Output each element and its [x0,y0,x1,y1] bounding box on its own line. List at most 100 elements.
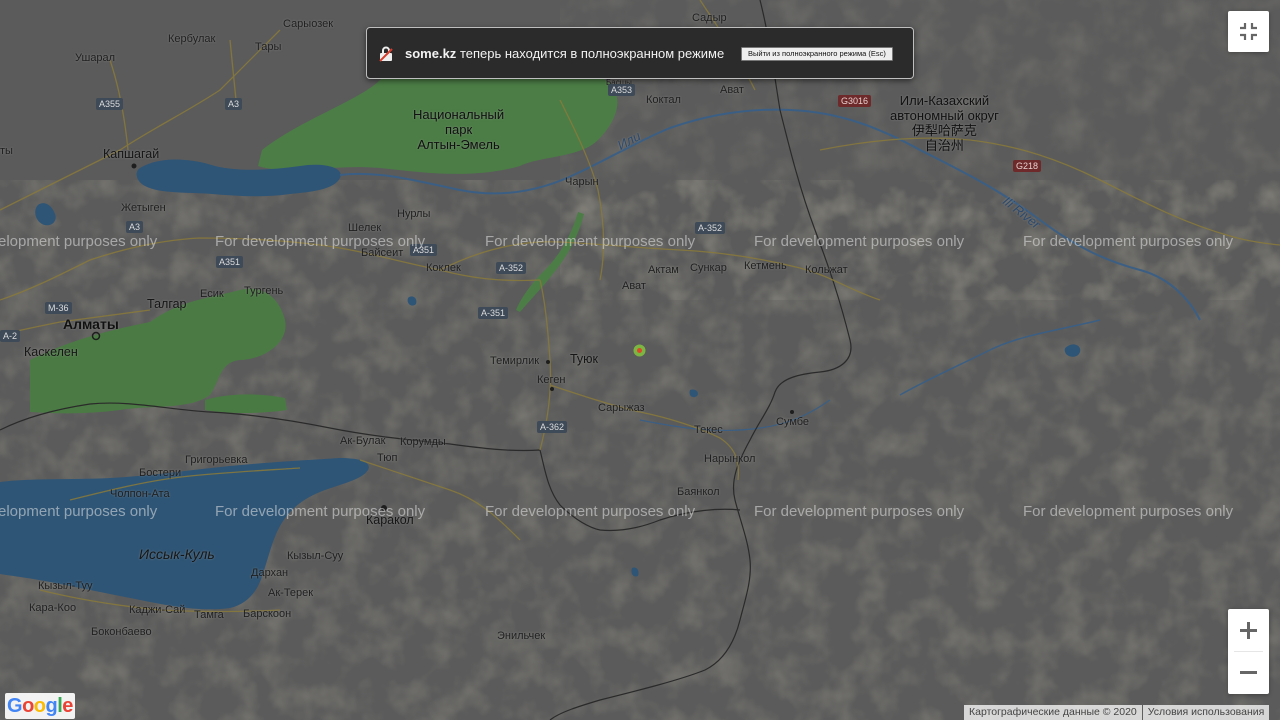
label-ty: ты [0,145,13,157]
ili-region-line-3: 伊犁哈萨克 [911,123,977,138]
watermark-8: For development purposes only [485,503,696,520]
label-enilchek: Энильчек [497,630,546,642]
watermark-7: For development purposes only [215,503,426,520]
label-tekes: Текес [694,424,723,436]
label-koklek: Коклек [426,262,461,274]
location-marker[interactable] [633,344,646,357]
label-avat-south: Ават [622,280,646,292]
road-shield-a3-b: A3 [126,221,144,233]
exit-fullscreen-control[interactable] [1228,11,1269,52]
road-shield-a352-b: A-352 [496,262,527,274]
label-zhetygen: Жетыген [121,202,166,214]
road-shield-g218: G218 [1013,160,1042,172]
watermark-3: For development purposes only [485,233,696,250]
label-nurly: Нурлы [397,208,431,220]
label-bosteri: Бостери [139,467,182,479]
label-bayankol: Баянкол [677,486,720,498]
park-line-1: Национальный [413,107,505,122]
dot-kapshagai [131,163,137,169]
label-ak-terek: Ак-Терек [268,587,314,599]
ili-region-line-1: Или-Казахский [899,93,990,108]
label-bokonbaevo: Боконбаево [91,626,152,638]
label-kara-koo: Кара-Коо [29,602,77,614]
label-grigorievka: Григорьевка [185,454,248,466]
label-saryzhaz: Сарыжаз [598,402,645,414]
zoom-out-button[interactable] [1228,652,1269,694]
label-kaskelen: Каскелен [24,345,78,359]
label-talgar: Талгар [147,297,187,311]
exit-fullscreen-button[interactable]: Выйти из полноэкранного режима (Esc) [741,47,893,61]
fullscreen-text: теперь находится в полноэкранном режиме [459,46,725,61]
plus-icon [1240,622,1257,639]
road-shield-m36: M-36 [45,302,72,314]
label-sunkar: Сункар [690,262,727,274]
road-shield-a351-c: A-351 [478,307,509,319]
label-kerbulak: Кербулак [168,33,216,45]
label-akbulak: Ак-Булак [340,435,386,447]
road-shield-a355: A355 [96,98,124,110]
label-kegen: Кеген [537,374,566,386]
label-barskoon: Барскоон [243,608,292,620]
road-shield-g3016: G3016 [838,95,872,107]
label-tamga: Тамга [194,609,224,621]
fullscreen-lock-icon [379,46,393,62]
label-narynkol: Нарынкол [704,453,756,465]
park-patch-south [205,394,287,413]
road-shield-a3: A3 [225,98,243,110]
label-temirlik: Темирлик [490,355,540,367]
google-logo[interactable]: Google [5,693,75,719]
label-usharal: Ушарал [75,52,116,64]
label-issyk-kul: Иссык-Куль [139,546,215,562]
map-canvas[interactable] [0,0,1280,720]
dot-sumbe [790,410,794,414]
label-almaty: Алматы [63,316,119,332]
label-kyzyl-tuu: Кызыл-Туу [38,580,93,592]
fullscreen-message: some.kz теперь находится в полноэкранном… [405,46,724,61]
terms-of-use-link[interactable]: Условия использования [1142,705,1270,720]
label-darkhan: Дархан [251,567,289,579]
label-kyzyl-suu: Кызыл-Суу [287,550,344,562]
label-aktam: Актам [648,264,679,276]
label-avat-north: Ават [720,84,744,96]
road-shield-a353: A353 [608,84,636,96]
label-cholpon-ata: Чолпон-Ата [110,488,170,500]
ili-region-line-2: автономный округ [890,108,999,123]
park-line-3: Алтын-Эмель [417,137,500,152]
watermark-6: elopment purposes only [0,503,158,520]
zoom-controls [1228,609,1269,694]
label-park-altyn-emel: Национальный парк Алтын-Эмель [413,107,504,152]
label-sumbe: Сумбе [776,416,810,428]
map-data-credit: Картографические данные © 2020 [964,705,1142,720]
fullscreen-notification: some.kz теперь находится в полноэкранном… [366,27,914,79]
road-shield-a351-b: A351 [216,256,244,268]
label-kolzhat: Кольжат [805,264,848,276]
label-koktal: Коктал [646,94,681,106]
label-korumdy: Корумды [400,436,446,448]
label-charyn: Чарын [565,176,599,188]
watermark-2: For development purposes only [215,233,426,250]
watermark-9: For development purposes only [754,503,965,520]
park-line-2: парк [444,122,473,137]
label-esik: Есик [200,288,224,300]
ili-region-line-4: 自治州 [924,138,964,153]
watermark-10: For development purposes only [1023,503,1234,520]
watermark-5: For development purposes only [1023,233,1234,250]
dot-temirlik [546,360,550,364]
fullscreen-site: some.kz [405,46,457,61]
dot-kegen [550,387,554,391]
label-tary: Тары [255,41,282,53]
road-shield-a2: A-2 [0,330,21,342]
watermark-1: elopment purposes only [0,233,158,250]
road-shield-a352-a: A-352 [695,222,726,234]
label-tyup: Тюп [377,452,398,464]
watermark-4: For development purposes only [754,233,965,250]
label-kadzhi-sai: Каджи-Сай [129,604,186,616]
label-tuyuk: Туюк [570,352,599,366]
road-shield-a362: A-362 [537,421,568,433]
label-saryozek: Сарыозек [283,18,334,30]
zoom-in-button[interactable] [1228,609,1269,651]
exit-fullscreen-icon [1240,23,1257,40]
map-attribution: Картографические данные © 2020 Условия и… [964,705,1270,720]
label-sadyr: Садыр [692,12,727,24]
minus-icon [1240,671,1257,674]
